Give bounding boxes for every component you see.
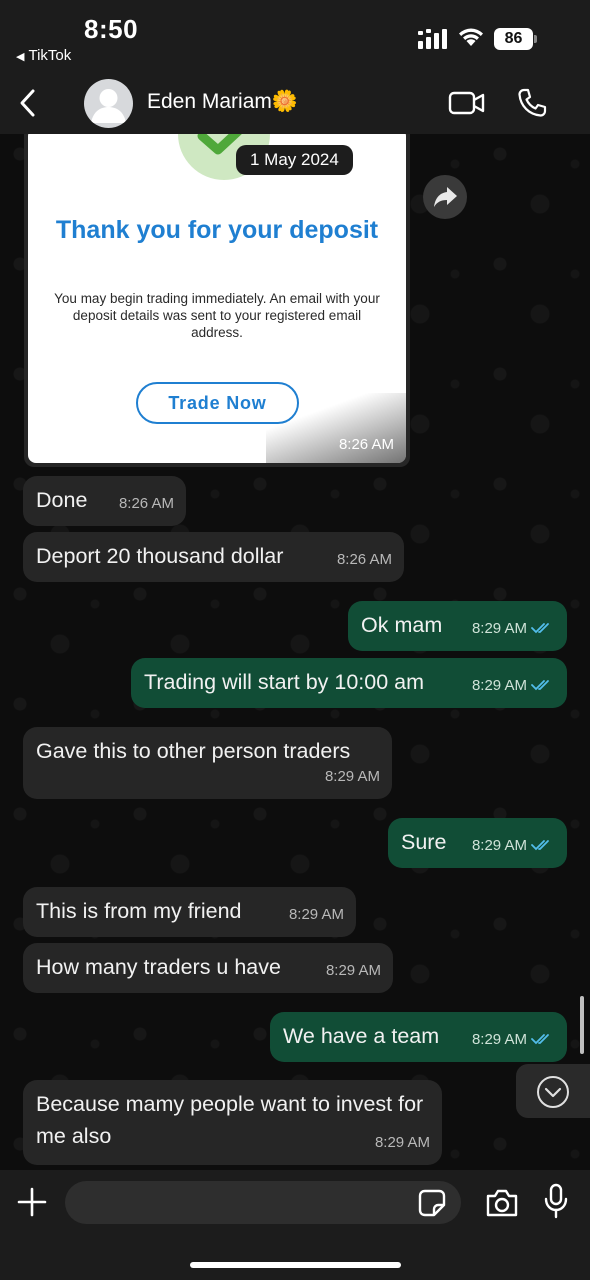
message-text: This is from my friend: [36, 899, 242, 923]
message-meta: 8:29 AM: [472, 1023, 553, 1056]
message-text: How many traders u have: [36, 955, 281, 979]
message-time: 8:26 AM: [338, 436, 394, 453]
message-time: 8:29 AM: [471, 1031, 527, 1048]
double-check-read-icon: [531, 840, 549, 851]
date-badge: 1 May 2024: [236, 145, 353, 175]
composer-bar: [0, 1170, 590, 1280]
message-time: 8:29 AM: [471, 677, 527, 694]
message-bubble-outgoing[interactable]: Ok mam 8:29 AM: [348, 601, 567, 651]
forward-button[interactable]: [423, 175, 467, 219]
message-text: Gave this to other person traders: [36, 739, 351, 763]
message-bubble-outgoing[interactable]: Sure 8:29 AM: [388, 818, 567, 868]
status-bar: 8:50 ◀ TikTok 86: [0, 0, 590, 72]
chat-header: Eden Mariam🌼: [0, 72, 590, 134]
cellular-signal-icon: [418, 29, 447, 49]
image-message[interactable]: 1 May 2024 Thank you for your deposit Yo…: [24, 134, 410, 467]
microphone-icon[interactable]: [543, 1183, 569, 1219]
video-call-icon[interactable]: [448, 90, 486, 116]
wifi-icon: [459, 28, 483, 46]
message-time: 8:29 AM: [288, 906, 344, 923]
message-time: 8:29 AM: [325, 962, 381, 979]
back-app-label: TikTok: [28, 47, 72, 64]
double-check-read-icon: [531, 680, 549, 691]
camera-icon[interactable]: [484, 1187, 520, 1219]
contact-name[interactable]: Eden Mariam🌼: [147, 90, 298, 114]
message-time: 8:26 AM: [118, 495, 174, 512]
status-time: 8:50: [84, 14, 139, 44]
message-time: 8:29 AM: [471, 620, 527, 637]
receipt-body: You may begin trading immediately. An em…: [54, 291, 380, 340]
receipt-title: Thank you for your deposit: [55, 216, 379, 244]
battery-level: 86: [494, 28, 533, 50]
message-input[interactable]: [65, 1181, 461, 1224]
scrollbar-thumb[interactable]: [580, 996, 584, 1054]
message-text: Ok mam: [361, 613, 443, 637]
message-text: We have a team: [283, 1024, 440, 1048]
message-text: Deport 20 thousand dollar: [36, 544, 284, 568]
message-time: 8:26 AM: [336, 551, 392, 568]
back-triangle-icon: ◀: [16, 51, 25, 63]
message-bubble-incoming[interactable]: Because mamy people want to invest for m…: [23, 1080, 442, 1165]
deposit-receipt-image[interactable]: 1 May 2024 Thank you for your deposit Yo…: [28, 134, 406, 463]
message-meta: 8:29 AM: [472, 612, 553, 645]
message-text: Sure: [401, 830, 447, 854]
message-bubble-outgoing[interactable]: We have a team 8:29 AM: [270, 1012, 567, 1062]
battery-indicator: 86: [494, 28, 538, 50]
home-indicator[interactable]: [190, 1262, 401, 1268]
contact-avatar[interactable]: [84, 79, 133, 128]
chevron-down-circle-icon: [537, 1076, 569, 1108]
chat-area[interactable]: 1 May 2024 Thank you for your deposit Yo…: [0, 134, 590, 1170]
message-meta: 8:29 AM: [472, 669, 553, 702]
voice-call-icon[interactable]: [516, 87, 548, 119]
plus-icon[interactable]: [16, 1186, 48, 1218]
message-bubble-incoming[interactable]: Done 8:26 AM: [23, 476, 186, 526]
message-time: 8:29 AM: [471, 837, 527, 854]
back-to-app-link[interactable]: ◀ TikTok: [16, 47, 71, 64]
message-bubble-incoming[interactable]: Gave this to other person traders 8:29 A…: [23, 727, 392, 799]
message-time: 8:29 AM: [374, 1134, 430, 1151]
chevron-left-icon[interactable]: [14, 86, 42, 120]
scroll-to-bottom-button[interactable]: [516, 1064, 590, 1118]
default-avatar-icon: [91, 89, 126, 123]
message-time: 8:29 AM: [324, 768, 380, 785]
battery-nub: [534, 35, 537, 43]
message-text: Done: [36, 488, 88, 512]
double-check-read-icon: [531, 1034, 549, 1045]
message-bubble-incoming[interactable]: Deport 20 thousand dollar 8:26 AM: [23, 532, 404, 582]
forward-arrow-icon: [434, 187, 457, 207]
double-check-read-icon: [531, 623, 549, 634]
message-bubble-incoming[interactable]: This is from my friend 8:29 AM: [23, 887, 356, 937]
message-bubble-outgoing[interactable]: Trading will start by 10:00 am 8:29 AM: [131, 658, 567, 708]
sticker-icon[interactable]: [417, 1188, 447, 1218]
message-meta: 8:29 AM: [472, 829, 553, 862]
message-text: Trading will start by 10:00 am: [144, 670, 425, 694]
message-bubble-incoming[interactable]: How many traders u have 8:29 AM: [23, 943, 393, 993]
